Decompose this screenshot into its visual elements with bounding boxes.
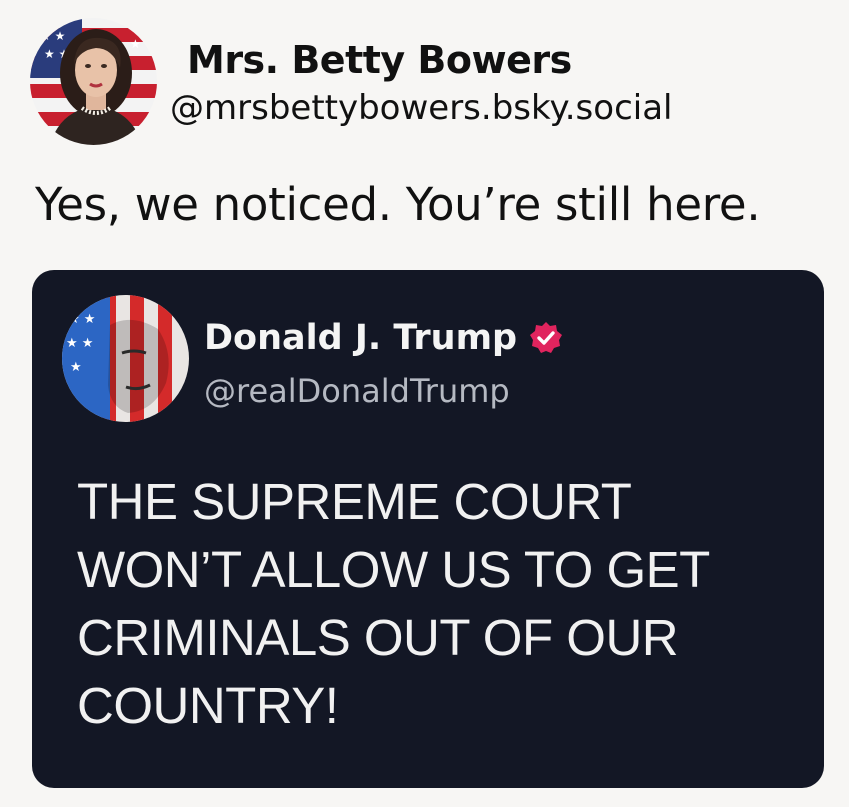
author-name[interactable]: Mrs. Betty Bowers — [187, 38, 572, 82]
quoted-author-name: Donald J. Trump — [204, 318, 518, 358]
quoted-text-line: THE SUPREME COURT — [77, 473, 632, 530]
svg-text:★: ★ — [130, 37, 141, 51]
svg-text:★ ★: ★ ★ — [68, 312, 95, 327]
quoted-author-name-row[interactable]: Donald J. Trump — [204, 318, 563, 358]
quoted-post-card[interactable]: ★ ★ ★ ★ ★ Donald J. Trump @realDonaldTru… — [32, 270, 824, 788]
quoted-text-line: CRIMINALS OUT OF OUR — [77, 609, 679, 666]
svg-text:★ ★: ★ ★ — [66, 336, 93, 351]
post-text: Yes, we noticed. You’re still here. — [35, 178, 761, 231]
svg-text:★: ★ — [70, 360, 82, 375]
quoted-text-line: WON’T ALLOW US TO GET — [77, 541, 710, 598]
post-header: ★ ★ ★ ★ ★ Mrs. Betty Bowers @mrsbettybow… — [30, 18, 830, 150]
author-handle[interactable]: @mrsbettybowers.bsky.social — [170, 88, 673, 128]
quoted-avatar-image: ★ ★ ★ ★ ★ — [62, 295, 189, 422]
verified-badge-icon — [529, 321, 563, 355]
quoted-post-text: THE SUPREME COURT WON’T ALLOW US TO GET … — [77, 468, 817, 740]
svg-text:★ ★: ★ ★ — [40, 29, 65, 43]
quoted-author-avatar[interactable]: ★ ★ ★ ★ ★ — [62, 295, 189, 422]
avatar-image: ★ ★ ★ ★ ★ — [30, 18, 157, 145]
quoted-author-handle[interactable]: @realDonaldTrump — [204, 372, 510, 410]
author-avatar[interactable]: ★ ★ ★ ★ ★ — [30, 18, 157, 145]
quoted-text-line: COUNTRY! — [77, 677, 339, 734]
